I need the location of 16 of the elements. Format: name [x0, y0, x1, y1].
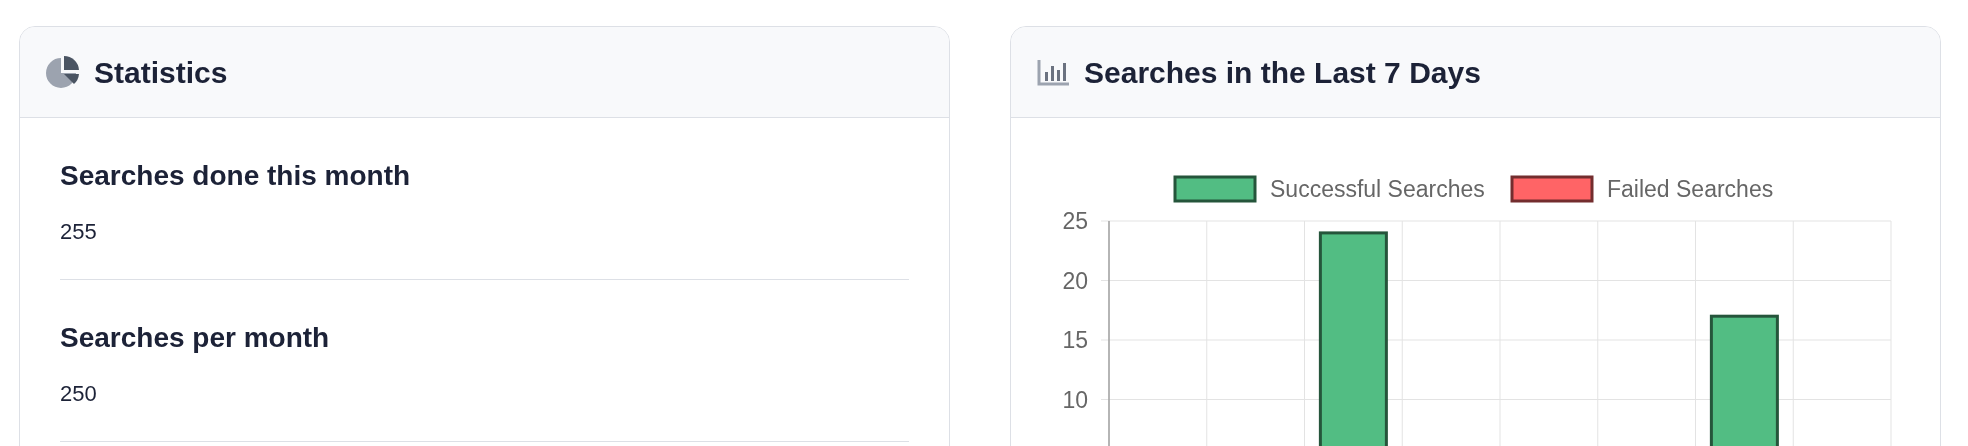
legend-label[interactable]: Failed Searches [1607, 176, 1774, 202]
y-tick-label: 10 [1062, 386, 1088, 413]
y-tick-label: 20 [1062, 267, 1088, 294]
legend-swatch[interactable] [1510, 175, 1594, 203]
bar-chart-icon [1037, 58, 1070, 86]
stat-label: Searches done this month [60, 159, 412, 193]
stat-label: Searches per month [60, 321, 331, 355]
legend-label[interactable]: Successful Searches [1270, 176, 1485, 202]
stat-value: 255 [60, 218, 98, 246]
card-title: Searches in the Last 7 Days [1084, 54, 1481, 91]
legend-swatch[interactable] [1173, 175, 1257, 203]
pie-chart-icon [46, 55, 80, 89]
card-title: Statistics [94, 54, 228, 91]
stat-value: 250 [60, 380, 98, 408]
y-tick-label: 25 [1062, 208, 1088, 234]
y-tick-label: 15 [1062, 327, 1088, 353]
